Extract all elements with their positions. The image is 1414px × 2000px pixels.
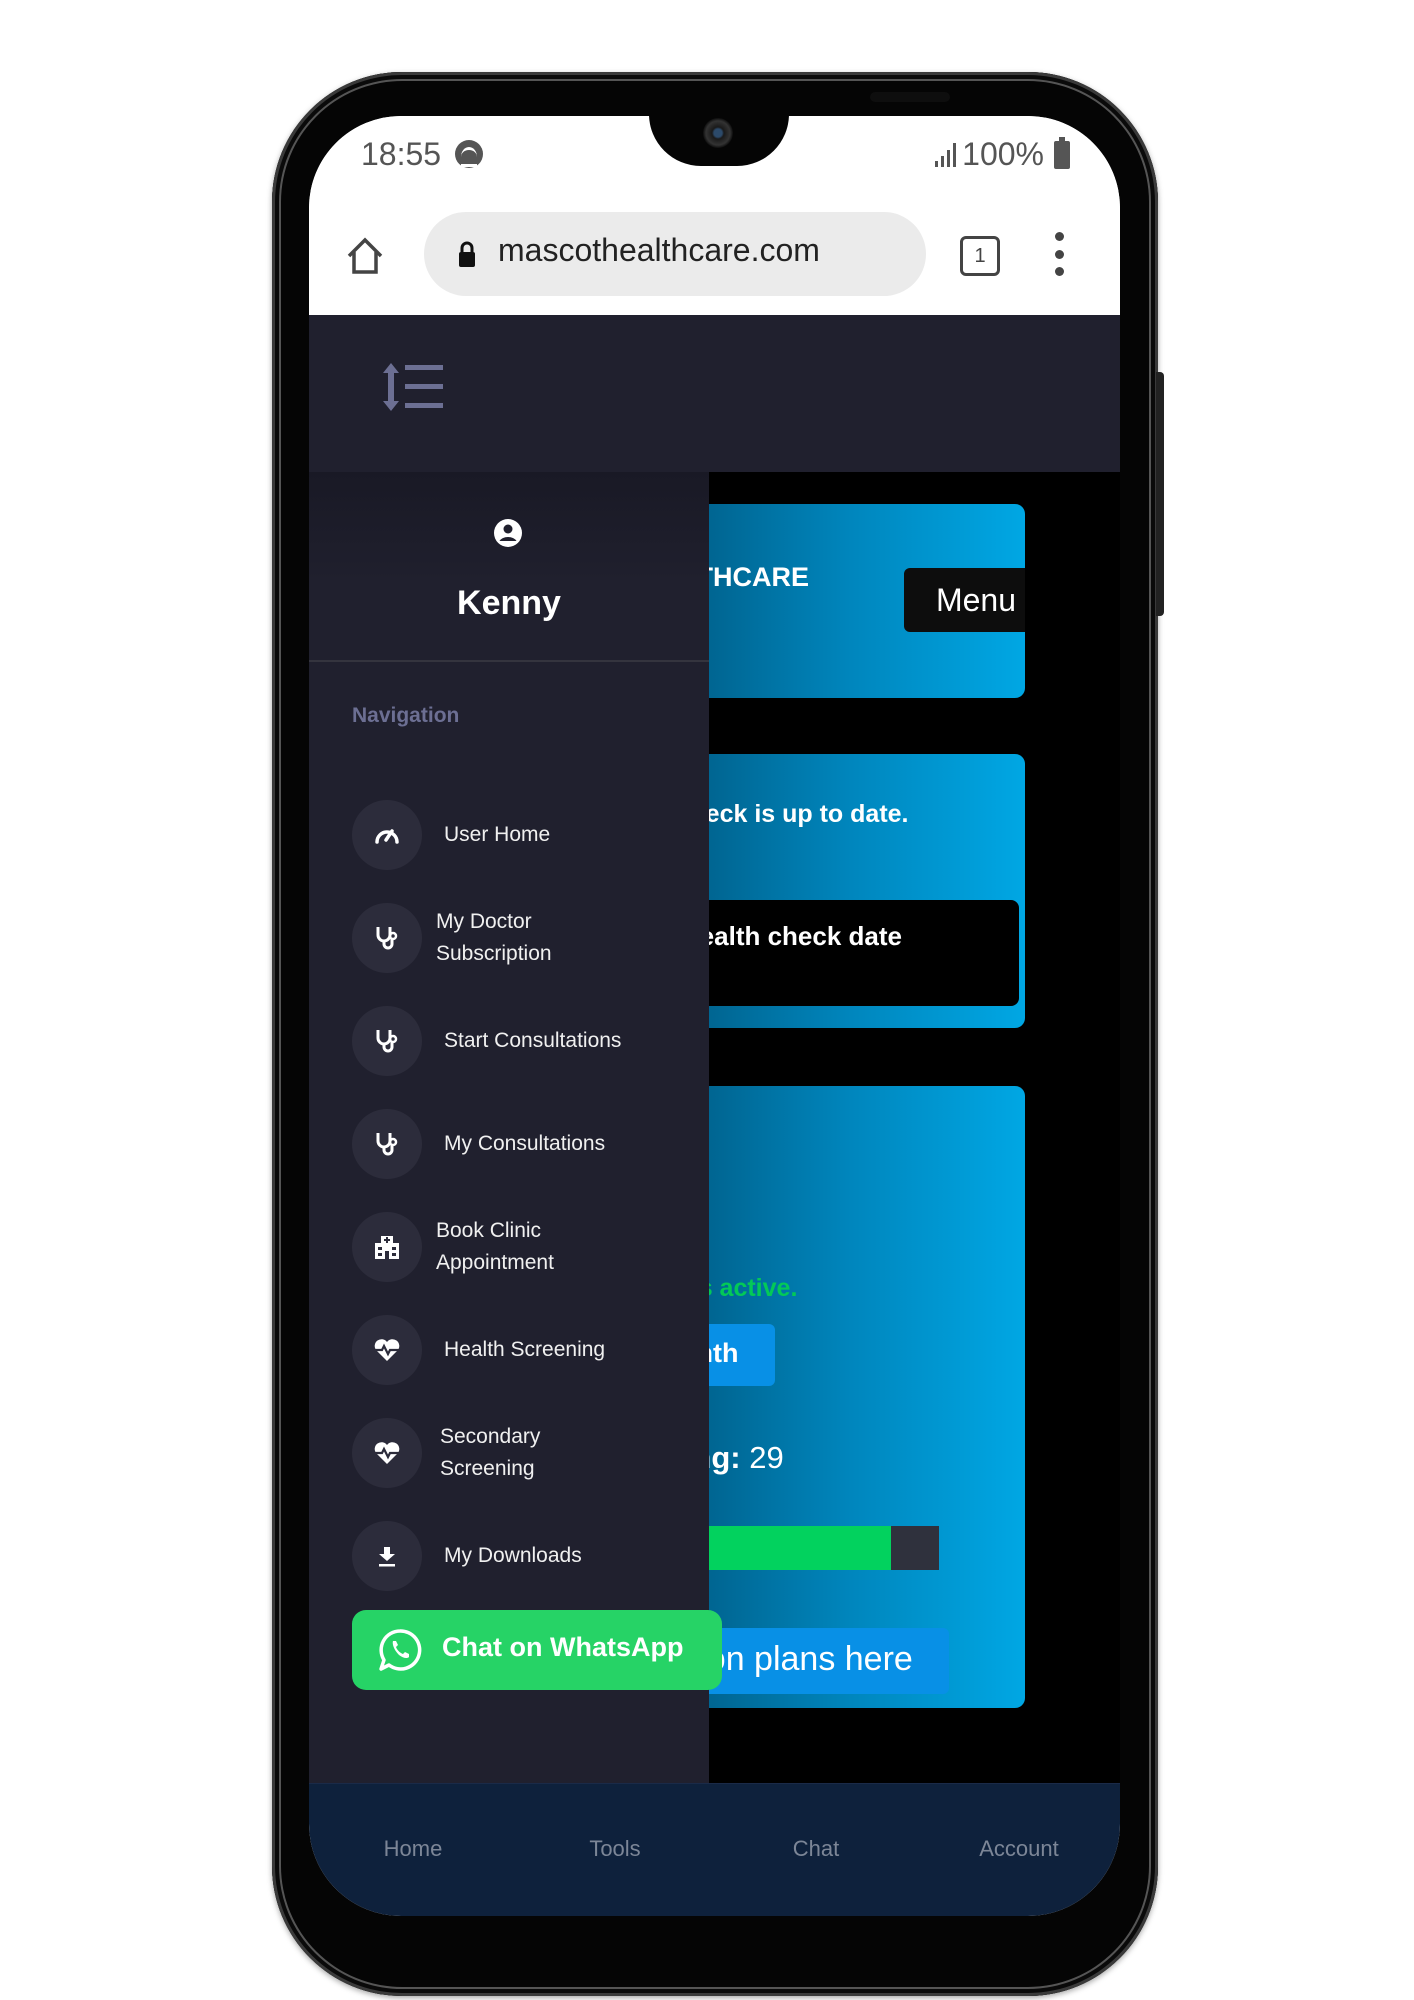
spotify-icon (455, 140, 483, 168)
status-time: 18:55 (361, 136, 442, 172)
battery-icon (1054, 136, 1070, 169)
signal-icon (935, 142, 957, 167)
front-camera (703, 118, 733, 148)
battery-percent: 100% (962, 136, 1044, 172)
hospital-icon (375, 1236, 399, 1259)
status-bar: 18:55 100% (309, 116, 1120, 204)
nav-icon-wrap (352, 800, 422, 870)
sidebar-item-health-screening[interactable]: Health Screening (352, 1315, 702, 1387)
sidebar-item-label: Book Clinic Appointment (436, 1219, 554, 1274)
whatsapp-chat-button[interactable]: Chat on WhatsApp (352, 1610, 722, 1690)
nav-icon-wrap (352, 1006, 422, 1076)
phone-speaker (870, 92, 950, 102)
stethoscope-icon (376, 927, 398, 950)
bottom-nav: Home Tools Chat Account (309, 1783, 1120, 1916)
nav-icon-wrap (352, 1315, 422, 1385)
browser-toolbar: mascothealthcare.com 1 (309, 204, 1120, 315)
bottom-nav-tools[interactable]: Tools (545, 1836, 685, 1862)
download-icon (379, 1547, 395, 1567)
home-icon[interactable] (345, 236, 385, 276)
sidebar-item-label: My Consultations (444, 1132, 606, 1155)
bottom-nav-account[interactable]: Account (949, 1836, 1089, 1862)
nav-heading: Navigation (352, 704, 460, 727)
sidebar-item-my-downloads[interactable]: My Downloads (352, 1521, 702, 1593)
heartbeat-icon (374, 1339, 400, 1361)
sidebar-item-start-consultations[interactable]: Start Consultations (352, 1006, 702, 1078)
stethoscope-icon (376, 1030, 398, 1053)
sidebar-item-label: My Doctor Subscription (436, 910, 552, 965)
sidebar-item-label: Start Consultations (444, 1029, 622, 1052)
lock-icon (459, 241, 475, 267)
status-right: 100% (935, 136, 1070, 173)
whatsapp-label: Chat on WhatsApp (442, 1632, 684, 1662)
phone-side-button (1156, 372, 1164, 616)
phone-screen: 18:55 100% mascothealthcare.com 1 HEALTH… (309, 116, 1120, 1916)
sidebar-item-my-doctor-subscription[interactable]: My Doctor Subscription (352, 903, 702, 975)
nav-icon-wrap (352, 903, 422, 973)
browser-menu-icon[interactable] (1053, 232, 1065, 276)
menu-button[interactable]: Menu (904, 568, 1025, 632)
user-name: Kenny (457, 584, 561, 622)
sidebar-item-my-consultations[interactable]: My Consultations (352, 1109, 702, 1181)
tab-switcher-button[interactable]: 1 (960, 236, 1000, 276)
sidebar-item-label: My Downloads (444, 1544, 582, 1567)
sidebar-item-label: Secondary Screening (440, 1425, 541, 1480)
tachometer-icon (375, 829, 399, 844)
address-bar[interactable]: mascothealthcare.com (424, 212, 926, 296)
nav-icon-wrap (352, 1212, 422, 1282)
app-header (309, 315, 1120, 472)
nav-icon-wrap (352, 1109, 422, 1179)
heartbeat-icon (374, 1442, 400, 1464)
sidebar-toggle-icon[interactable] (381, 361, 445, 413)
sidebar-item-user-home[interactable]: User Home (352, 800, 702, 872)
sidebar-item-secondary-screening[interactable]: Secondary Screening (352, 1418, 702, 1490)
stethoscope-icon (376, 1133, 398, 1156)
profile-section: Kenny (309, 472, 709, 662)
bottom-nav-chat[interactable]: Chat (746, 1836, 886, 1862)
url-text[interactable]: mascothealthcare.com (498, 232, 820, 269)
sidebar: Kenny Navigation User Home My Doctor Sub… (309, 472, 709, 1783)
days-remaining-value: 29 (749, 1440, 784, 1475)
sidebar-item-label: User Home (444, 823, 551, 846)
user-avatar-icon (494, 519, 522, 547)
nav-icon-wrap (352, 1418, 422, 1488)
whatsapp-icon (379, 1629, 422, 1671)
sidebar-item-label: Health Screening (444, 1338, 606, 1361)
sidebar-item-book-clinic-appointment[interactable]: Book Clinic Appointment (352, 1212, 702, 1284)
nav-icon-wrap (352, 1521, 422, 1591)
bottom-nav-home[interactable]: Home (343, 1836, 483, 1862)
